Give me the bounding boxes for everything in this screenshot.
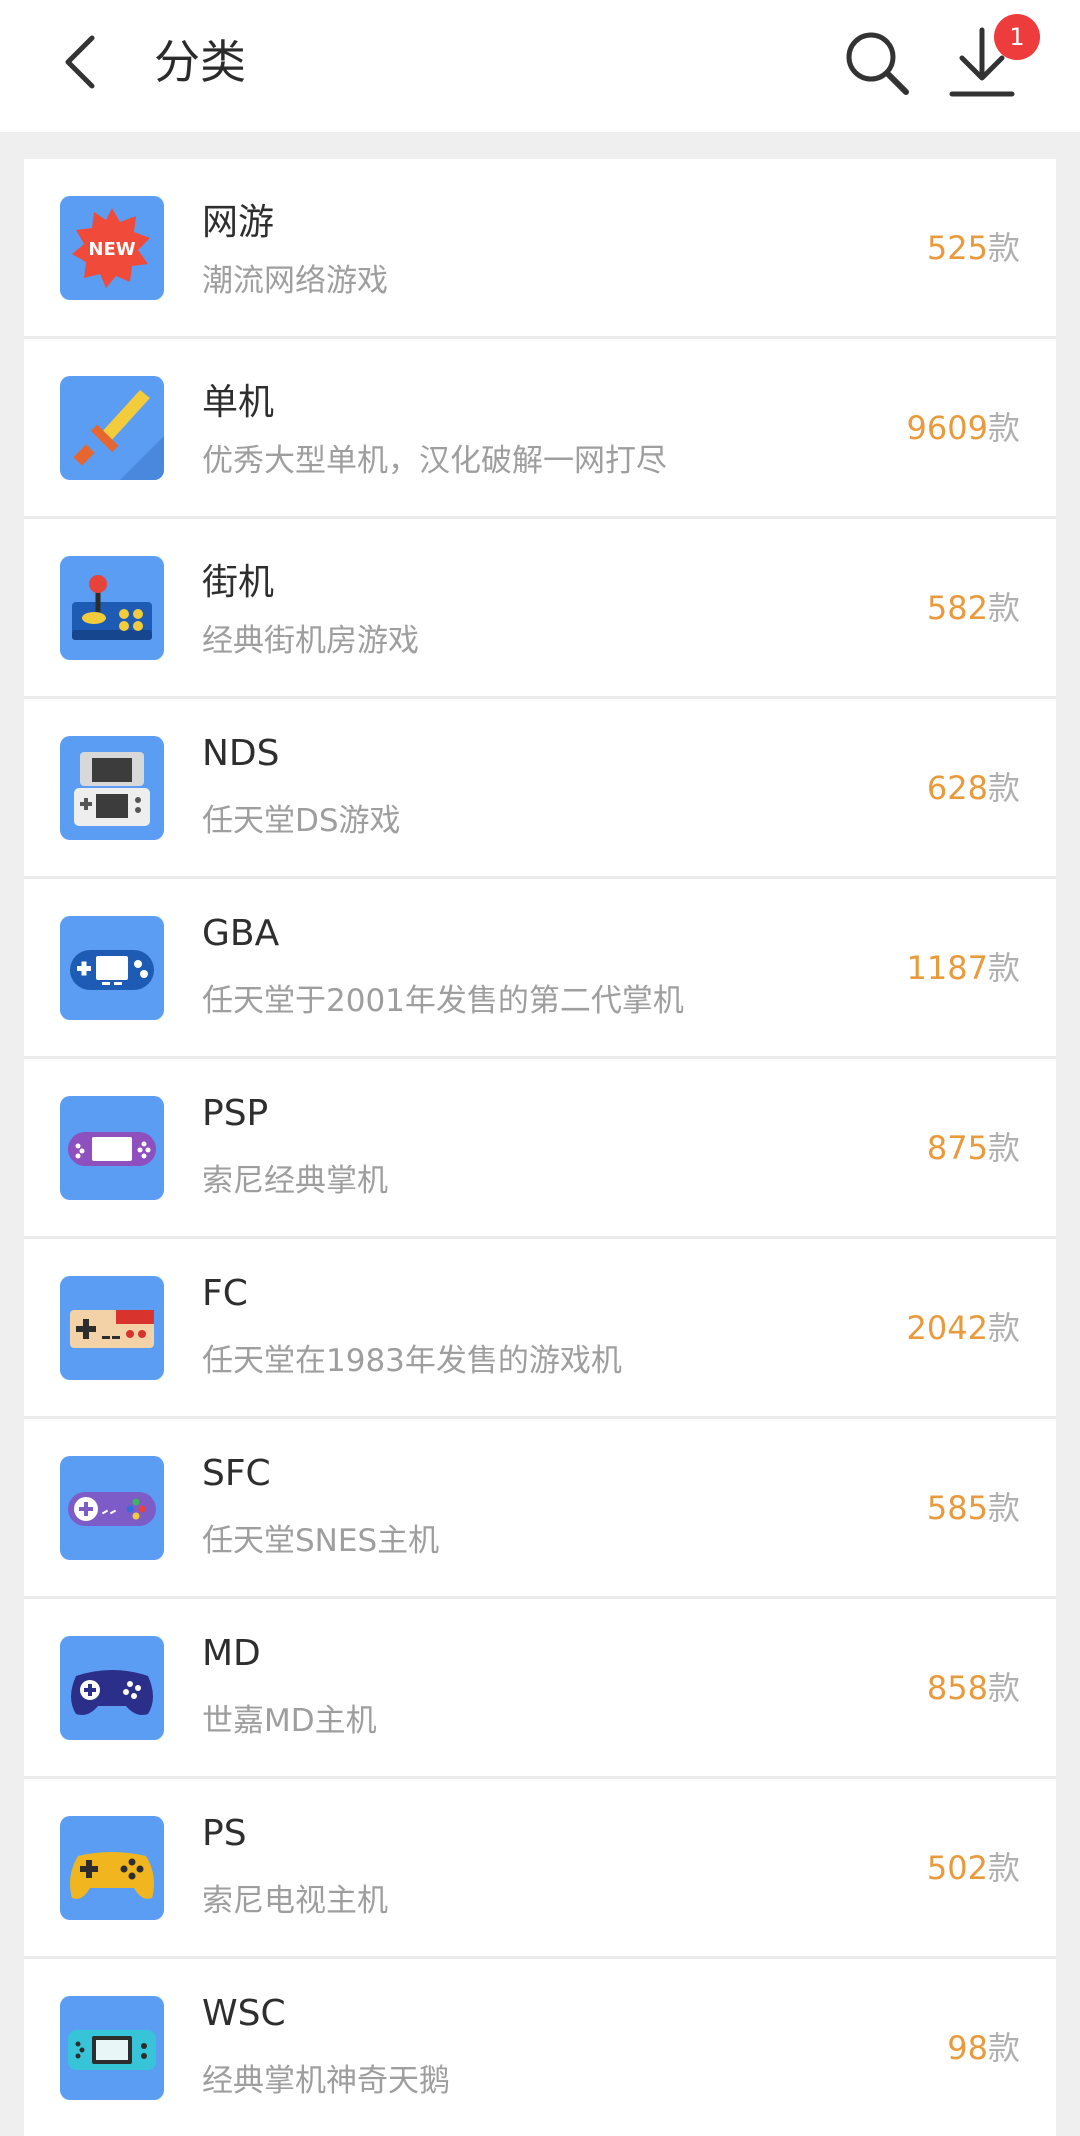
count-unit: 款 (987, 1669, 1020, 1707)
count-value: 98 (947, 2029, 988, 2067)
category-description: 潮流网络游戏 (202, 263, 388, 299)
category-count: 525款 (927, 223, 1020, 269)
count-value: 585 (926, 1489, 988, 1527)
count-value: 9609 (906, 409, 988, 447)
category-description: 世嘉MD主机 (202, 1703, 377, 1739)
category-count: 2042款 (907, 1303, 1020, 1349)
count-unit: 款 (987, 949, 1020, 987)
search-button[interactable] (842, 28, 912, 98)
category-row-arcade[interactable]: 街机 经典街机房游戏 582款 (24, 519, 1056, 699)
count-unit: 款 (987, 1309, 1020, 1347)
count-unit: 款 (987, 1849, 1020, 1887)
count-value: 582 (926, 589, 988, 627)
category-description: 优秀大型单机，汉化破解一网打尽 (202, 443, 667, 479)
category-row-nds[interactable]: NDS 任天堂DS游戏 628款 (24, 699, 1056, 879)
category-list: NEW 网游 潮流网络游戏 525款 单机 优秀大型单机，汉化破解一网打尽 96… (24, 159, 1056, 2136)
category-count: 98款 (947, 2023, 1020, 2069)
category-row-psp[interactable]: PSP 索尼经典掌机 875款 (24, 1059, 1056, 1239)
category-name: 网游 (202, 202, 275, 243)
category-count: 582款 (927, 583, 1020, 629)
search-icon (846, 32, 909, 95)
count-unit: 款 (987, 2029, 1020, 2067)
count-value: 858 (926, 1669, 988, 1707)
category-description: 索尼经典掌机 (202, 1163, 388, 1199)
category-row-fc[interactable]: FC 任天堂在1983年发售的游戏机 2042款 (24, 1239, 1056, 1419)
category-name: GBA (202, 913, 280, 954)
new-badge-icon: NEW (60, 196, 164, 300)
category-description: 任天堂在1983年发售的游戏机 (202, 1343, 622, 1379)
category-count: 502款 (927, 1843, 1020, 1889)
count-unit: 款 (987, 409, 1020, 447)
category-row-wsc[interactable]: WSC 经典掌机神奇天鹅 98款 (24, 1959, 1056, 2136)
category-count: 628款 (927, 763, 1020, 809)
ps-controller-icon (60, 1816, 164, 1920)
category-name: SFC (202, 1453, 271, 1494)
count-value: 1187 (906, 949, 988, 987)
category-row-online[interactable]: NEW 网游 潮流网络游戏 525款 (24, 159, 1056, 339)
chevron-left-icon (65, 35, 95, 89)
category-count: 9609款 (907, 403, 1020, 449)
fc-controller-icon (60, 1276, 164, 1380)
download-count-badge: 1 (994, 14, 1040, 60)
category-description: 经典街机房游戏 (202, 623, 419, 659)
category-description: 经典掌机神奇天鹅 (202, 2063, 450, 2099)
snes-controller-icon (60, 1456, 164, 1560)
back-button[interactable] (48, 30, 112, 94)
count-value: 628 (926, 769, 988, 807)
count-unit: 款 (987, 229, 1020, 267)
count-value: 525 (926, 229, 988, 267)
category-row-md[interactable]: MD 世嘉MD主机 858款 (24, 1599, 1056, 1779)
category-description: 任天堂DS游戏 (202, 803, 401, 839)
category-description: 任天堂于2001年发售的第二代掌机 (202, 983, 684, 1019)
category-row-single[interactable]: 单机 优秀大型单机，汉化破解一网打尽 9609款 (24, 339, 1056, 519)
category-count: 858款 (927, 1663, 1020, 1709)
psp-console-icon (60, 1096, 164, 1200)
svg-text:NEW: NEW (88, 239, 135, 260)
category-name: 街机 (202, 562, 275, 603)
category-description: 任天堂SNES主机 (202, 1523, 440, 1559)
wsc-console-icon (60, 1996, 164, 2100)
count-unit: 款 (987, 1129, 1020, 1167)
category-row-ps[interactable]: PS 索尼电视主机 502款 (24, 1779, 1056, 1959)
category-name: 单机 (202, 382, 275, 423)
sword-icon (60, 376, 164, 480)
count-value: 2042 (906, 1309, 988, 1347)
category-name: WSC (202, 1993, 286, 2034)
top-bar: 分类 1 (0, 0, 1080, 132)
count-value: 875 (926, 1129, 988, 1167)
md-controller-icon (60, 1636, 164, 1740)
count-unit: 款 (987, 769, 1020, 807)
count-unit: 款 (987, 1489, 1020, 1527)
category-name: PS (202, 1813, 247, 1854)
category-count: 1187款 (907, 943, 1020, 989)
arcade-joystick-icon (60, 556, 164, 660)
count-unit: 款 (987, 589, 1020, 627)
page-title: 分类 (154, 35, 246, 89)
category-row-sfc[interactable]: SFC 任天堂SNES主机 585款 (24, 1419, 1056, 1599)
category-row-gba[interactable]: GBA 任天堂于2001年发售的第二代掌机 1187款 (24, 879, 1056, 1059)
category-name: FC (202, 1273, 248, 1314)
gba-console-icon (60, 916, 164, 1020)
category-count: 875款 (927, 1123, 1020, 1169)
category-description: 索尼电视主机 (202, 1883, 388, 1919)
category-name: NDS (202, 733, 280, 774)
count-value: 502 (926, 1849, 988, 1887)
category-count: 585款 (927, 1483, 1020, 1529)
category-name: MD (202, 1633, 261, 1674)
category-name: PSP (202, 1093, 269, 1134)
nds-console-icon (60, 736, 164, 840)
